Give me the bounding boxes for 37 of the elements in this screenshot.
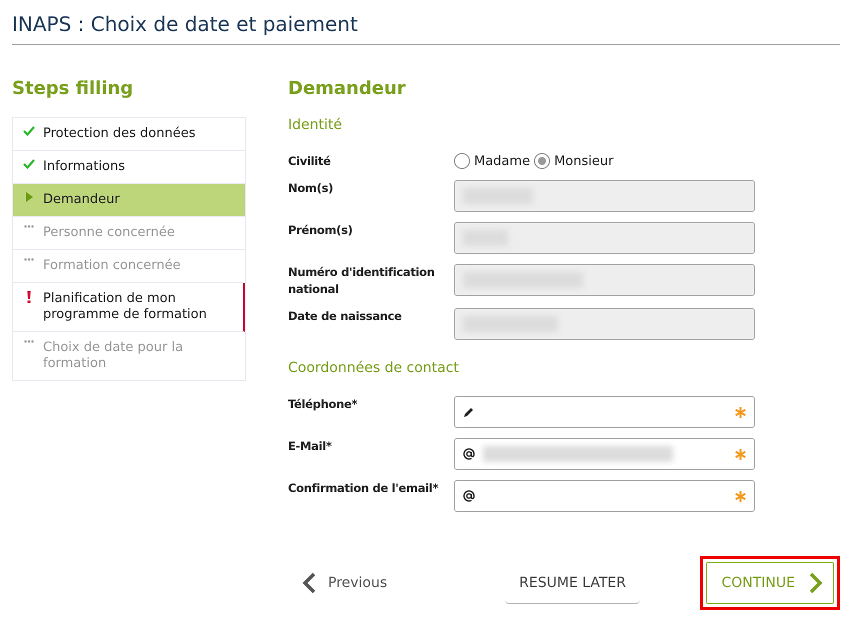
- form-title: Demandeur: [288, 78, 407, 99]
- chevron-left-icon: [302, 572, 316, 594]
- check-icon: [23, 126, 35, 136]
- input-field[interactable]: [454, 480, 755, 512]
- radio-option[interactable]: Monsieur: [534, 153, 614, 169]
- required-icon: [735, 448, 746, 460]
- chevron-right-icon: [809, 572, 823, 594]
- sidebar-title: Steps filling: [12, 78, 134, 99]
- previous-button[interactable]: Previous: [288, 572, 388, 594]
- exclamation-icon: [27, 291, 31, 303]
- dots-icon: [23, 258, 35, 261]
- input-field[interactable]: [454, 396, 755, 428]
- field-label: Confirmation de l'email*: [288, 480, 440, 497]
- at-icon: [463, 490, 475, 502]
- pencil-icon: [463, 406, 474, 418]
- input-field[interactable]: [454, 438, 755, 470]
- page-title: INAPS : Choix de date et paiement: [12, 10, 840, 45]
- dots-icon: [23, 225, 35, 228]
- field-label: Prénom(s): [288, 222, 354, 239]
- field-label: E-Mail*: [288, 438, 333, 455]
- field-label: Date de naissance: [288, 308, 403, 325]
- radio-option[interactable]: Madame: [454, 153, 530, 169]
- step-item[interactable]: Demandeur: [13, 184, 245, 217]
- resume-later-button[interactable]: RESUME LATER: [505, 562, 640, 604]
- section-title: Identité: [288, 117, 343, 133]
- field-label: Nom(s): [288, 180, 334, 197]
- field-label: Numéro d'identification national: [288, 264, 436, 298]
- field-label: Téléphone*: [288, 396, 358, 413]
- required-icon: [735, 406, 746, 418]
- section-title: Coordonnées de contact: [288, 360, 460, 376]
- check-icon: [23, 159, 35, 169]
- step-item[interactable]: Planification de mon programme de formation: [13, 283, 245, 332]
- at-icon: [463, 448, 475, 460]
- dots-icon: [23, 340, 35, 343]
- field-label: Civilité: [288, 153, 332, 170]
- triangle-icon: [23, 192, 35, 202]
- required-icon: [735, 490, 746, 502]
